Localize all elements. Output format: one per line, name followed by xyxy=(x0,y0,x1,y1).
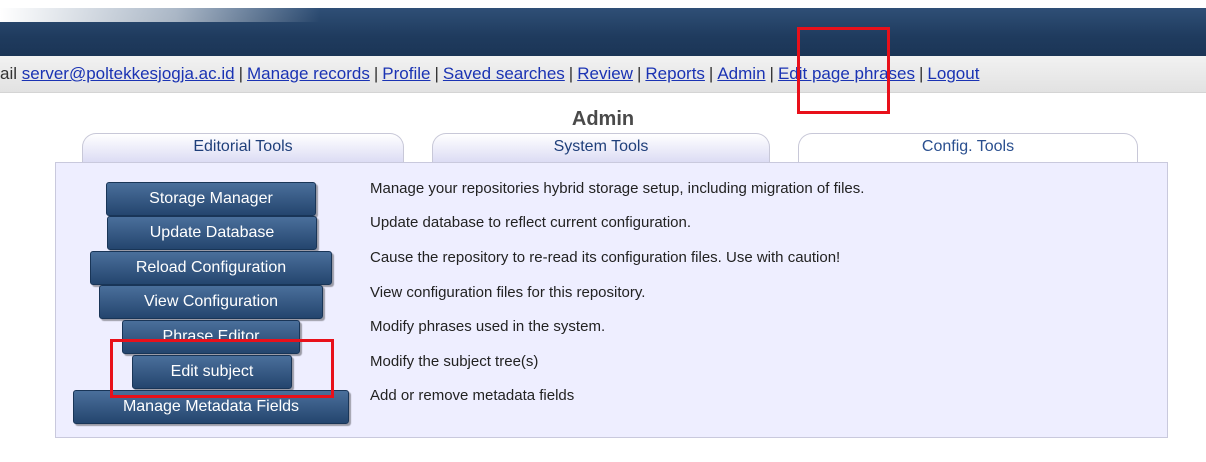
phrase-editor-description: Modify phrases used in the system. xyxy=(370,318,606,335)
view-configuration-description: View configuration files for this reposi… xyxy=(370,284,646,301)
saved-searches-link[interactable]: Saved searches xyxy=(443,64,565,83)
update-database-button[interactable]: Update Database xyxy=(107,216,317,250)
tab-config-tools[interactable]: Config. Tools xyxy=(798,133,1138,164)
reports-link[interactable]: Reports xyxy=(645,64,705,83)
edit-subject-button[interactable]: Edit subject xyxy=(132,355,292,389)
edit-page-phrases-link[interactable]: Edit page phrases xyxy=(778,64,915,83)
manage-metadata-fields-button[interactable]: Manage Metadata Fields xyxy=(73,390,349,424)
review-link[interactable]: Review xyxy=(577,64,633,83)
user-toolbar-links: ail server@poltekkesjogja.ac.id | Manage r… xyxy=(0,64,980,83)
manage-records-link[interactable]: Manage records xyxy=(247,64,370,83)
header-fade xyxy=(0,0,320,22)
user-toolbar: ail server@poltekkesjogja.ac.id | Manage r… xyxy=(0,56,1206,93)
login-prefix: ail xyxy=(0,64,22,83)
phrase-editor-button[interactable]: Phrase Editor xyxy=(122,320,300,354)
storage-manager-description: Manage your repositories hybrid storage … xyxy=(370,180,865,197)
user-email-link[interactable]: server@poltekkesjogja.ac.id xyxy=(22,64,235,83)
edit-subject-description: Modify the subject tree(s) xyxy=(370,353,539,370)
tab-editorial-tools[interactable]: Editorial Tools xyxy=(82,133,404,162)
logout-link[interactable]: Logout xyxy=(927,64,979,83)
update-database-description: Update database to reflect current confi… xyxy=(370,214,692,231)
view-configuration-button[interactable]: View Configuration xyxy=(99,285,323,319)
admin-tabs: Editorial Tools System Tools Config. Too… xyxy=(0,133,1206,164)
reload-configuration-description: Cause the repository to re-read its conf… xyxy=(370,249,841,266)
admin-link[interactable]: Admin xyxy=(717,64,765,83)
profile-link[interactable]: Profile xyxy=(382,64,430,83)
tab-system-tools[interactable]: System Tools xyxy=(432,133,770,162)
reload-configuration-button[interactable]: Reload Configuration xyxy=(90,251,332,285)
manage-metadata-fields-description: Add or remove metadata fields xyxy=(370,387,575,404)
page-title: Admin xyxy=(571,108,635,130)
storage-manager-button[interactable]: Storage Manager xyxy=(106,182,316,216)
